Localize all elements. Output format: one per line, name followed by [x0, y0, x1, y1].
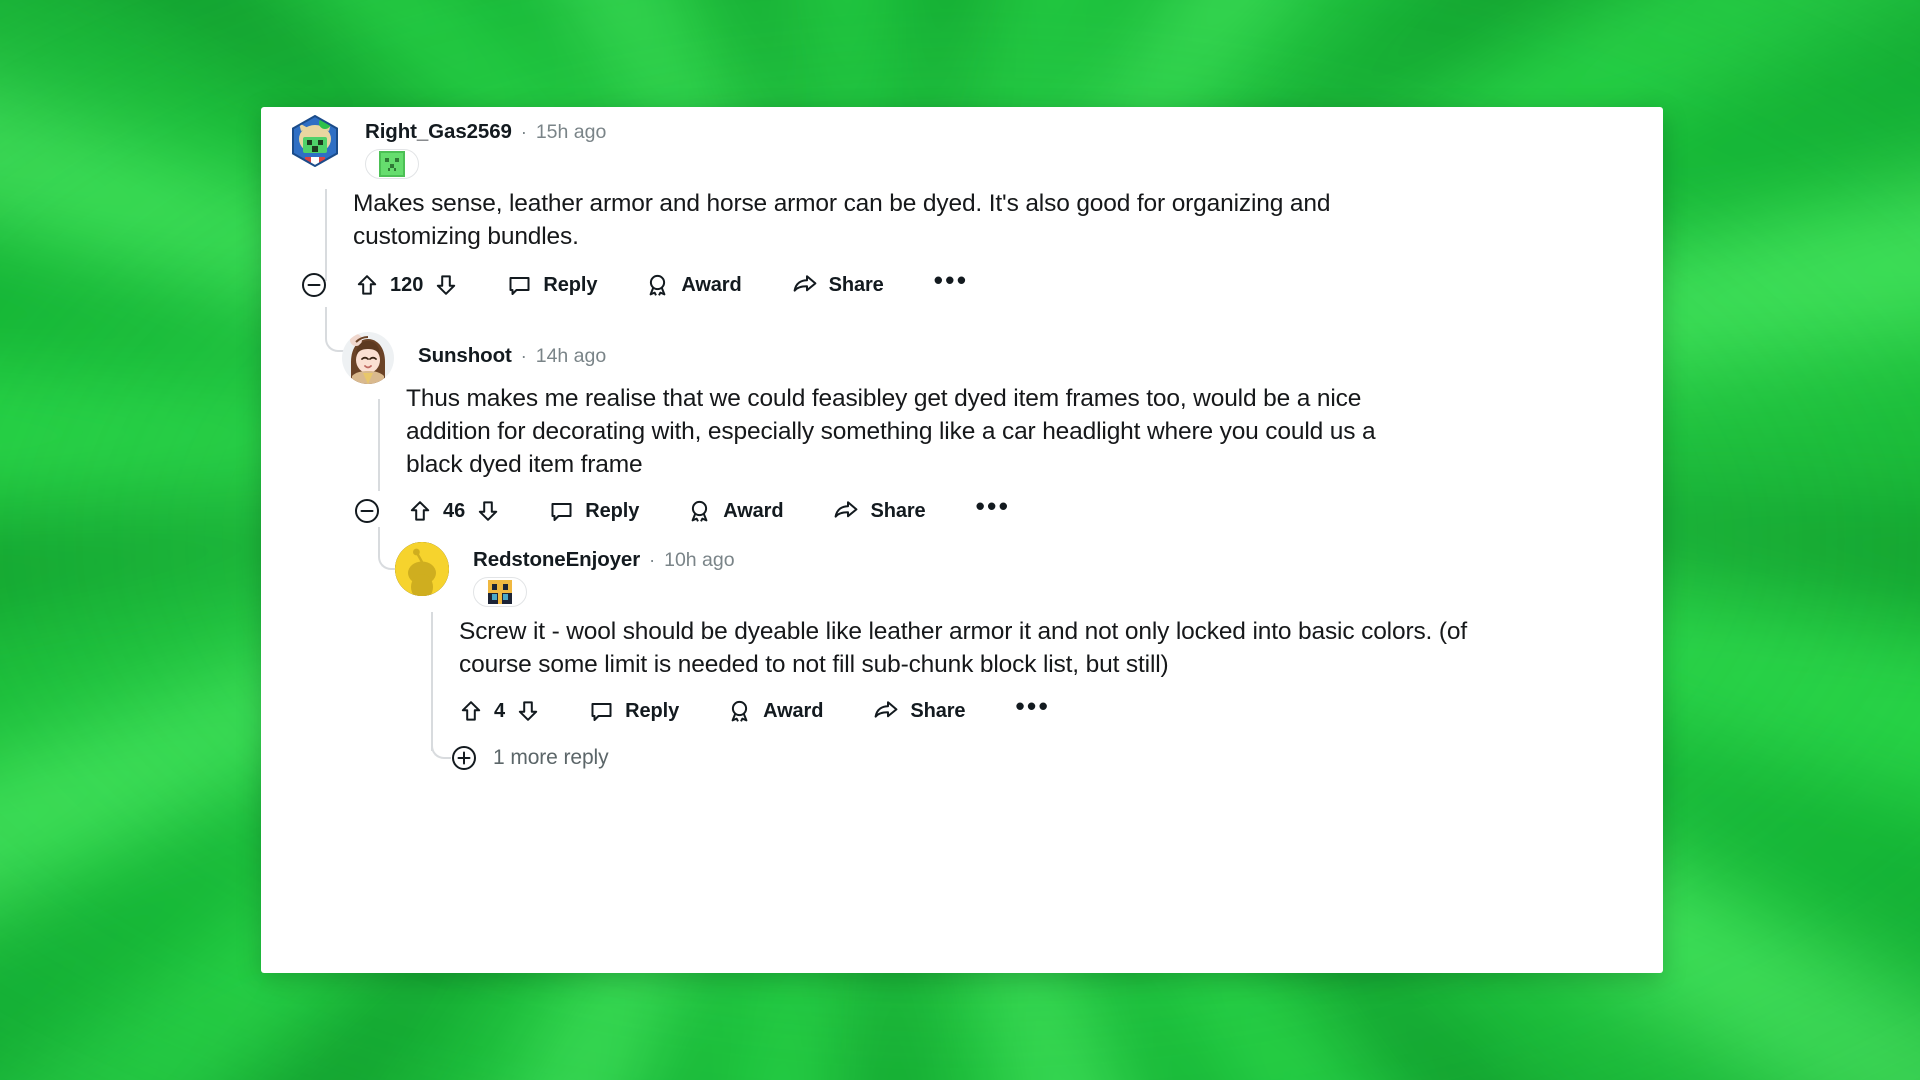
vote-count-3: 4 — [494, 699, 506, 722]
comment-timestamp-1: 15h ago — [535, 121, 607, 143]
comment-username-1[interactable]: Right_Gas2569 — [365, 119, 512, 145]
overflow-menu-button-1[interactable]: ••• — [934, 267, 969, 295]
cartoon-girl-avatar-icon — [342, 332, 394, 384]
award-label-1: Award — [681, 273, 742, 296]
downvote-arrow-icon — [518, 701, 538, 721]
vote-group-1: 120 — [355, 268, 458, 302]
byline-separator-3: · — [649, 550, 656, 570]
comment-bubble-icon — [591, 702, 612, 721]
share-button-1[interactable]: Share — [792, 268, 884, 302]
comment-byline-2: Sunshoot · 14h ago — [418, 343, 606, 369]
reply-button-3[interactable]: Reply — [589, 694, 679, 728]
collapse-minus-icon — [355, 499, 379, 523]
minecraft-face-flair-icon — [488, 580, 512, 604]
upvote-button-2[interactable] — [408, 494, 432, 528]
vote-group-2: 46 — [408, 494, 500, 528]
share-button-3[interactable]: Share — [873, 694, 966, 728]
comment-username-2[interactable]: Sunshoot — [418, 343, 512, 369]
comment-body-1: Makes sense, leather armor and horse arm… — [353, 190, 1331, 250]
upvote-arrow-icon — [461, 701, 481, 721]
award-label-2: Award — [723, 499, 784, 522]
comment-bubble-icon — [509, 276, 530, 295]
reply-button-1[interactable]: Reply — [507, 268, 597, 302]
more-replies-label: 1 more reply — [493, 746, 609, 769]
creeper-face-flair-icon — [379, 151, 405, 177]
award-label-3: Award — [763, 699, 824, 722]
share-label-2: Share — [870, 499, 926, 522]
share-arrow-icon — [835, 501, 858, 518]
upvote-arrow-icon — [410, 501, 430, 521]
comment-header-1: Right_Gas2569 · 15h ago — [289, 115, 606, 179]
byline-separator-2: · — [520, 346, 527, 366]
reply-label-2: Reply — [585, 499, 640, 522]
comment-byline-3: RedstoneEnjoyer · 10h ago — [473, 547, 735, 573]
comment-timestamp-2: 14h ago — [535, 345, 607, 367]
upvote-arrow-icon — [357, 275, 377, 295]
share-arrow-icon — [793, 275, 817, 292]
overflow-menu-button-2[interactable]: ••• — [976, 493, 1011, 521]
comment-thread-card: Right_Gas2569 · 15h ago Makes sense, lea… — [261, 107, 1663, 973]
overflow-menu-button-3[interactable]: ••• — [1015, 693, 1050, 721]
hexagon-nft-dog-avatar-icon — [292, 115, 338, 167]
collapse-minus-icon — [302, 273, 326, 297]
share-label-1: Share — [828, 273, 884, 296]
award-ribbon-icon — [731, 700, 748, 722]
award-ribbon-icon — [691, 500, 708, 522]
comment-body-2: Thus makes me realise that we could feas… — [406, 385, 1376, 478]
share-button-2[interactable]: Share — [833, 494, 926, 528]
comment-header-2: Sunshoot · 14h ago — [342, 332, 606, 384]
award-ribbon-icon — [649, 274, 666, 296]
user-flair-1[interactable] — [365, 149, 419, 179]
vote-count-1: 120 — [390, 273, 424, 296]
more-replies-button[interactable]: 1 more reply — [451, 745, 609, 771]
downvote-arrow-icon — [479, 501, 498, 521]
snoo-yellow-avatar[interactable] — [395, 542, 449, 596]
expand-plus-icon — [452, 746, 476, 770]
award-button-2[interactable]: Award — [687, 494, 784, 528]
award-button-1[interactable]: Award — [645, 268, 742, 302]
comment-username-3[interactable]: RedstoneEnjoyer — [473, 547, 640, 573]
byline-separator-1: · — [520, 122, 527, 142]
hexagon-nft-dog-avatar[interactable] — [289, 115, 341, 167]
comment-timestamp-3: 10h ago — [664, 549, 735, 571]
comment-byline-1: Right_Gas2569 · 15h ago — [365, 119, 606, 145]
upvote-button-3[interactable] — [459, 694, 483, 728]
reply-label-1: Reply — [543, 273, 598, 296]
vote-count-2: 46 — [443, 499, 466, 522]
comment-header-3: RedstoneEnjoyer · 10h ago — [395, 542, 735, 607]
snoo-yellow-avatar-icon — [395, 542, 449, 596]
reply-button-2[interactable]: Reply — [549, 494, 639, 528]
downvote-arrow-icon — [437, 275, 456, 295]
user-flair-3[interactable] — [473, 577, 527, 607]
comment-body-3: Screw it - wool should be dyeable like l… — [459, 618, 1468, 678]
downvote-button-1[interactable] — [434, 268, 458, 302]
thread-curve-level-3-to-more — [431, 727, 451, 759]
share-label-3: Share — [910, 699, 966, 722]
upvote-button-1[interactable] — [355, 268, 379, 302]
collapse-button-1[interactable] — [301, 268, 327, 302]
collapse-button-2[interactable] — [354, 494, 380, 528]
cartoon-girl-avatar[interactable] — [342, 332, 394, 384]
award-button-3[interactable]: Award — [727, 694, 823, 728]
thread-rail-level-2[interactable] — [378, 399, 380, 491]
vote-group-3: 4 — [459, 694, 540, 728]
comment-actions-1: 120 Reply Award Share ••• — [301, 267, 969, 302]
share-arrow-icon — [874, 701, 898, 718]
downvote-button-3[interactable] — [516, 694, 540, 728]
comment-bubble-icon — [551, 502, 572, 521]
comment-actions-3: 4 Reply Award Share ••• — [459, 693, 1050, 728]
downvote-button-2[interactable] — [476, 494, 500, 528]
reply-label-3: Reply — [625, 699, 680, 722]
comment-actions-2: 46 Reply Award Share ••• — [354, 493, 1011, 528]
